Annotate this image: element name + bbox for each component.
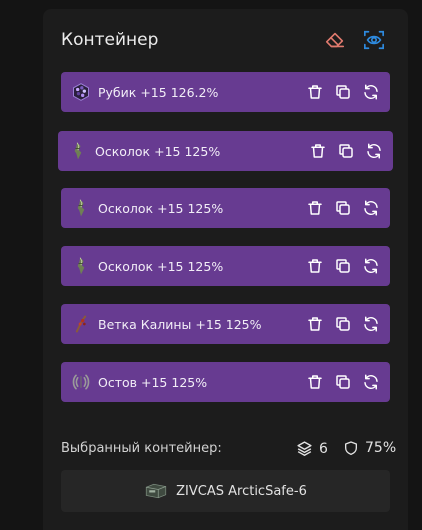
skeleton-icon bbox=[71, 372, 91, 392]
item-label: Осколок +15 125% bbox=[98, 200, 224, 216]
slots-stat: 6 bbox=[296, 440, 328, 457]
protection-stat: 75% bbox=[343, 440, 396, 456]
branch-icon bbox=[71, 314, 91, 334]
selected-container-label: Выбранный контейнер: bbox=[61, 441, 222, 456]
shard-icon bbox=[68, 141, 88, 161]
item-row[interactable]: Ветка Калины +15 125% bbox=[61, 304, 390, 344]
item-row[interactable]: Остов +15 125% bbox=[61, 362, 390, 402]
trash-icon[interactable] bbox=[306, 373, 324, 391]
copy-icon[interactable] bbox=[337, 142, 355, 160]
safe-icon bbox=[146, 483, 167, 499]
shard-icon bbox=[71, 256, 91, 276]
trash-icon[interactable] bbox=[306, 199, 324, 217]
copy-icon[interactable] bbox=[334, 373, 352, 391]
copy-icon[interactable] bbox=[334, 257, 352, 275]
sync-icon[interactable] bbox=[362, 315, 380, 333]
item-label: Осколок +15 125% bbox=[95, 143, 221, 159]
slots-value: 6 bbox=[319, 440, 328, 457]
selected-container-button[interactable]: ZIVCAS ArcticSafe-6 bbox=[61, 470, 390, 512]
rubik-cube-icon bbox=[71, 82, 91, 102]
item-label: Ветка Калины +15 125% bbox=[98, 316, 262, 332]
trash-icon[interactable] bbox=[309, 142, 327, 160]
item-row[interactable]: Осколок +15 125% bbox=[58, 131, 393, 171]
sync-icon[interactable] bbox=[362, 257, 380, 275]
protection-value: 75% bbox=[365, 440, 397, 456]
shard-icon bbox=[71, 198, 91, 218]
item-label: Остов +15 125% bbox=[98, 374, 208, 390]
sync-icon[interactable] bbox=[365, 142, 383, 160]
copy-icon[interactable] bbox=[334, 315, 352, 333]
trash-icon[interactable] bbox=[306, 83, 324, 101]
item-row[interactable]: Осколок +15 125% bbox=[61, 246, 390, 286]
copy-icon[interactable] bbox=[334, 199, 352, 217]
item-label: Осколок +15 125% bbox=[98, 258, 224, 274]
copy-icon[interactable] bbox=[334, 83, 352, 101]
container-name: ZIVCAS ArcticSafe-6 bbox=[176, 483, 307, 499]
panel-title: Контейнер bbox=[61, 30, 159, 50]
sync-icon[interactable] bbox=[362, 373, 380, 391]
eye-icon[interactable] bbox=[363, 29, 385, 51]
trash-icon[interactable] bbox=[306, 257, 324, 275]
eraser-icon[interactable] bbox=[324, 29, 346, 51]
item-row[interactable]: Рубик +15 126.2% bbox=[61, 72, 390, 112]
item-label: Рубик +15 126.2% bbox=[98, 84, 219, 100]
item-row[interactable]: Осколок +15 125% bbox=[61, 188, 390, 228]
sync-icon[interactable] bbox=[362, 199, 380, 217]
layers-icon bbox=[297, 441, 312, 456]
trash-icon[interactable] bbox=[306, 315, 324, 333]
sync-icon[interactable] bbox=[362, 83, 380, 101]
shield-icon bbox=[345, 441, 357, 455]
